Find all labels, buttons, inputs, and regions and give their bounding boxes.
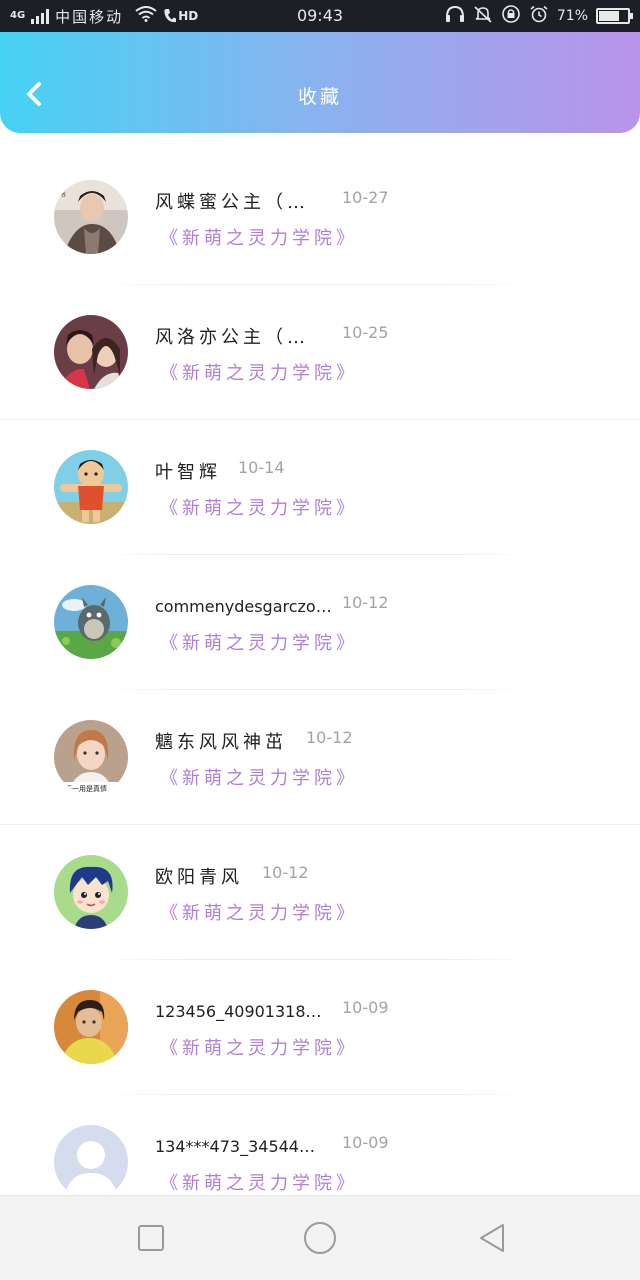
item-name: 欧阳青风 bbox=[155, 867, 243, 888]
avatar bbox=[54, 450, 128, 524]
item-name: 风洛亦公主（… bbox=[155, 327, 309, 348]
item-subtitle: 《新萌之灵力学院》 bbox=[160, 633, 358, 654]
item-date: 10-27 bbox=[342, 188, 389, 207]
item-subtitle: 《新萌之灵力学院》 bbox=[160, 363, 358, 384]
svg-text:只无一用是真情: 只无一用是真情 bbox=[58, 784, 107, 793]
item-name: 134***473_34544… bbox=[155, 1137, 315, 1156]
home-button[interactable] bbox=[300, 1218, 340, 1258]
mute-bell-icon bbox=[473, 5, 493, 27]
phone-hd-icon: HD bbox=[163, 8, 198, 24]
favorites-list: 落 风蝶蜜公主（… 10-27 《新萌之灵力学院》 风洛亦公主（… 10-25 … bbox=[0, 150, 640, 1230]
item-subtitle: 《新萌之灵力学院》 bbox=[160, 228, 358, 249]
system-nav-bar bbox=[0, 1195, 640, 1280]
square-icon bbox=[138, 1225, 164, 1251]
default-avatar-icon bbox=[54, 1125, 128, 1199]
item-date: 10-12 bbox=[342, 593, 389, 612]
avatar: 落 bbox=[54, 180, 128, 254]
item-name: 叶智辉 bbox=[155, 462, 221, 483]
list-item[interactable]: 叶智辉 10-14 《新萌之灵力学院》 bbox=[0, 420, 640, 555]
status-right: 71% bbox=[445, 5, 633, 27]
item-date: 10-12 bbox=[262, 863, 309, 882]
status-left: 4G 中国移动 HD bbox=[10, 6, 198, 27]
rotation-lock-icon bbox=[501, 5, 521, 27]
list-item[interactable]: commenydesgarczo… 10-12 《新萌之灵力学院》 bbox=[0, 555, 640, 690]
item-name: 123456_40901318… bbox=[155, 1002, 322, 1021]
list-item[interactable]: 123456_40901318… 10-09 《新萌之灵力学院》 bbox=[0, 960, 640, 1095]
item-name: 风蝶蜜公主（… bbox=[155, 192, 309, 213]
avatar bbox=[54, 855, 128, 929]
app-header: 收藏 bbox=[0, 32, 640, 133]
item-date: 10-09 bbox=[342, 1133, 389, 1152]
avatar bbox=[54, 585, 128, 659]
avatar bbox=[54, 1125, 128, 1199]
wifi-icon bbox=[135, 6, 157, 26]
item-date: 10-25 bbox=[342, 323, 389, 342]
item-date: 10-14 bbox=[238, 458, 285, 477]
status-bar: 4G 中国移动 HD 09:43 71% bbox=[0, 0, 640, 32]
item-subtitle: 《新萌之灵力学院》 bbox=[160, 1038, 358, 1059]
item-date: 10-12 bbox=[306, 728, 353, 747]
svg-text:落: 落 bbox=[59, 189, 66, 198]
carrier-name: 中国移动 bbox=[55, 7, 124, 26]
signal-icon bbox=[31, 8, 50, 24]
item-subtitle: 《新萌之灵力学院》 bbox=[160, 1173, 358, 1194]
system-back-button[interactable] bbox=[472, 1218, 512, 1258]
list-item[interactable]: 落 风蝶蜜公主（… 10-27 《新萌之灵力学院》 bbox=[0, 150, 640, 285]
item-name: commenydesgarczo… bbox=[155, 597, 332, 616]
item-name: 魑东风风神茁 bbox=[155, 732, 287, 753]
page-title: 收藏 bbox=[297, 86, 342, 108]
network-type-label: 4G bbox=[10, 10, 26, 21]
headphones-icon bbox=[445, 5, 465, 27]
hd-label: HD bbox=[178, 9, 199, 23]
circle-icon bbox=[304, 1222, 336, 1254]
battery-percent: 71% bbox=[556, 8, 588, 24]
avatar bbox=[54, 990, 128, 1064]
item-subtitle: 《新萌之灵力学院》 bbox=[160, 903, 358, 924]
avatar bbox=[54, 315, 128, 389]
list-item[interactable]: 欧阳青风 10-12 《新萌之灵力学院》 bbox=[0, 825, 640, 960]
battery-level-fill bbox=[599, 11, 619, 21]
list-item[interactable]: 风洛亦公主（… 10-25 《新萌之灵力学院》 bbox=[0, 285, 640, 420]
item-subtitle: 《新萌之灵力学院》 bbox=[160, 498, 358, 519]
item-subtitle: 《新萌之灵力学院》 bbox=[160, 768, 358, 789]
triangle-back-icon bbox=[480, 1224, 504, 1252]
avatar: 只无一用是真情 bbox=[54, 720, 128, 794]
alarm-icon bbox=[529, 5, 549, 27]
list-item[interactable]: 只无一用是真情 魑东风风神茁 10-12 《新萌之灵力学院》 bbox=[0, 690, 640, 825]
favorites-screen: 4G 中国移动 HD 09:43 71% 收藏 落 风蝶蜜公主（… 10-27 … bbox=[0, 0, 640, 1280]
item-date: 10-09 bbox=[342, 998, 389, 1017]
recent-apps-button[interactable] bbox=[131, 1218, 171, 1258]
battery-icon bbox=[596, 8, 633, 24]
